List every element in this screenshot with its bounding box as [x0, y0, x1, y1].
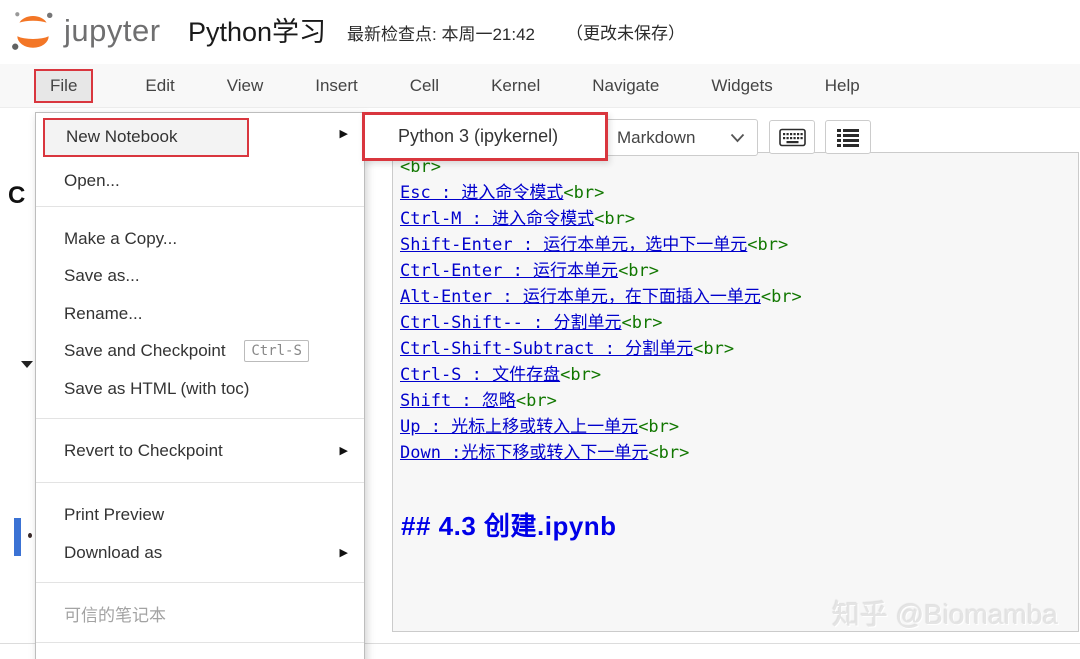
chevron-down-icon — [730, 133, 745, 142]
editor-line[interactable]: Shift-Enter : 运行本单元，选中下一单元<br> — [400, 232, 788, 258]
html-tag: <br> — [760, 287, 802, 307]
heading-collapse-caret-icon[interactable] — [21, 361, 33, 368]
editor-line[interactable]: Ctrl-Shift-- : 分割单元<br> — [400, 310, 662, 336]
menu-item-save-html[interactable]: Save as HTML (with toc) — [36, 372, 364, 406]
editor-line[interactable]: Ctrl-M : 进入命令模式<br> — [400, 206, 635, 232]
editor-line[interactable]: Ctrl-Shift-Subtract : 分割单元<br> — [400, 336, 734, 362]
shortcut-text: Shift : 忽略 — [400, 391, 516, 411]
cell-type-dropdown[interactable]: Markdown — [602, 119, 758, 156]
shortcut-text: Ctrl-M : 进入命令模式 — [400, 209, 595, 229]
list-icon — [837, 128, 859, 147]
html-tag: <br> — [560, 365, 602, 385]
file-dropdown-menu: New Notebook ▶ Open... Make a Copy... Sa… — [35, 112, 365, 659]
html-tag: <br> — [594, 209, 636, 229]
menu-help[interactable]: Help — [825, 76, 860, 96]
shortcut-text: Ctrl-S : 文件存盘 — [400, 365, 561, 385]
unsaved-changes-status: （更改未保存） — [566, 24, 685, 43]
shortcut-badge: Ctrl-S — [244, 340, 309, 362]
menu-widgets[interactable]: Widgets — [711, 76, 772, 96]
shortcut-text: Up : 光标上移或转入上一单元 — [400, 417, 639, 437]
zhihu-watermark: 知乎 @Biomamba — [831, 599, 1058, 630]
jupyter-logo[interactable]: jupyter — [10, 8, 161, 54]
menu-view[interactable]: View — [227, 76, 264, 96]
html-tag: <br> — [563, 183, 605, 203]
selected-cell-indicator-bar — [14, 518, 21, 556]
editor-line[interactable]: Down :光标下移或转入下一单元<br> — [400, 440, 689, 466]
shortcut-text: Esc : 进入命令模式 — [400, 183, 564, 203]
menu-separator — [36, 206, 364, 207]
menu-item-label: Save and Checkpoint — [64, 341, 226, 360]
menu-item-label: New Notebook — [66, 127, 178, 146]
shortcut-text: Down :光标下移或转入下一单元 — [400, 443, 649, 463]
html-tag: <br> — [618, 261, 660, 281]
html-tag: <br> — [515, 391, 557, 411]
menu-separator — [36, 418, 364, 419]
menu-separator — [36, 482, 364, 483]
shortcut-text: Ctrl-Enter : 运行本单元 — [400, 261, 619, 281]
shortcut-text: Ctrl-Shift-- : 分割单元 — [400, 313, 622, 333]
menu-navigate[interactable]: Navigate — [592, 76, 659, 96]
notebook-title[interactable]: Python学习 — [188, 10, 326, 49]
editor-line[interactable]: Ctrl-S : 文件存盘<br> — [400, 362, 601, 388]
partial-heading-text: C — [8, 182, 26, 209]
editor-line[interactable]: Shift : 忽略<br> — [400, 388, 557, 414]
new-notebook-submenu: Python 3 (ipykernel) — [362, 112, 608, 161]
editor-line[interactable]: Esc : 进入命令模式<br> — [400, 180, 604, 206]
shortcut-text: Ctrl-Shift-Subtract : 分割单元 — [400, 339, 694, 359]
menu-item-revert-checkpoint[interactable]: Revert to Checkpoint ▶ — [36, 434, 364, 468]
menu-item-print-preview[interactable]: Print Preview — [36, 498, 364, 532]
menu-item-open[interactable]: Open... — [36, 164, 364, 198]
menu-item-trusted-notebook: 可信的笔记本 — [64, 606, 166, 625]
menu-item-label: Download as — [64, 543, 163, 562]
submenu-arrow-icon: ▶ — [339, 128, 348, 140]
checkpoint-status: 最新检查点: 本周一21:42 — [347, 25, 535, 44]
html-tag: <br> — [747, 235, 789, 255]
notebook-header: jupyter Python学习 最新检查点: 本周一21:42 （更改未保存） — [0, 0, 1080, 64]
html-tag: <br> — [621, 313, 663, 333]
partial-text-fragment — [28, 533, 32, 538]
cell-toolbar-list-button[interactable] — [825, 120, 871, 154]
keyboard-icon — [778, 128, 806, 146]
menu-item-label: Revert to Checkpoint — [64, 441, 223, 460]
submenu-item-python3[interactable]: Python 3 (ipykernel) — [398, 126, 558, 147]
menu-insert[interactable]: Insert — [315, 76, 358, 96]
submenu-arrow-icon: ▶ — [339, 547, 348, 559]
editor-line[interactable]: Up : 光标上移或转入上一单元<br> — [400, 414, 679, 440]
editor-line[interactable]: Alt-Enter : 运行本单元，在下面插入一单元<br> — [400, 284, 802, 310]
menubar: File Edit View Insert Cell Kernel Naviga… — [0, 64, 1080, 108]
jupyter-notebook-window: jupyter Python学习 最新检查点: 本周一21:42 （更改未保存）… — [0, 0, 1080, 659]
jupyter-logo-text: jupyter — [64, 13, 161, 48]
command-palette-button[interactable] — [769, 120, 815, 154]
menu-item-save-checkpoint[interactable]: Save and Checkpoint Ctrl-S — [36, 334, 364, 368]
html-tag: <br> — [648, 443, 690, 463]
menu-item-download-as[interactable]: Download as ▶ — [36, 536, 364, 570]
menu-separator — [36, 642, 364, 643]
html-tag: <br> — [638, 417, 680, 437]
menu-kernel[interactable]: Kernel — [491, 76, 540, 96]
menu-separator — [36, 582, 364, 583]
html-tag: <br> — [693, 339, 735, 359]
menu-edit[interactable]: Edit — [145, 76, 174, 96]
markdown-heading-source[interactable]: ## 4.3 创建.ipynb — [401, 506, 617, 543]
menu-item-new-notebook[interactable]: New Notebook — [43, 118, 249, 157]
menu-item-save-as[interactable]: Save as... — [36, 259, 364, 293]
editor-line[interactable]: Ctrl-Enter : 运行本单元<br> — [400, 258, 659, 284]
submenu-arrow-icon: ▶ — [339, 445, 348, 457]
menu-file[interactable]: File — [34, 68, 94, 103]
menu-cell[interactable]: Cell — [410, 76, 439, 96]
shortcut-text: Shift-Enter : 运行本单元，选中下一单元 — [400, 235, 748, 255]
shortcut-text: Alt-Enter : 运行本单元，在下面插入一单元 — [400, 287, 761, 307]
menu-item-rename[interactable]: Rename... — [36, 297, 364, 331]
menu-item-make-copy[interactable]: Make a Copy... — [36, 222, 364, 256]
cell-type-value: Markdown — [617, 127, 696, 147]
jupyter-logo-icon — [12, 12, 53, 50]
